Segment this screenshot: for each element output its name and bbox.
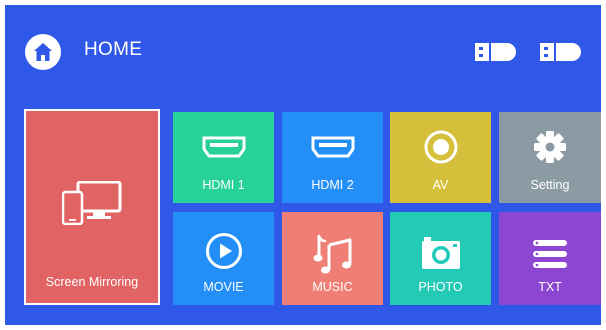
play-icon: [205, 233, 242, 269]
tile-label: TXT: [538, 280, 562, 294]
home-screen: HOME Screen Mirroring HDMI 1 HDMI 2 AV S…: [5, 5, 601, 325]
gear-icon: [534, 131, 566, 163]
camera-icon: [421, 237, 460, 269]
usb-drive-icon[interactable]: [540, 42, 582, 62]
home-icon: [34, 43, 52, 61]
tile-label: PHOTO: [418, 280, 463, 294]
tile-photo[interactable]: PHOTO: [390, 212, 491, 305]
text-lines-icon: [533, 240, 567, 268]
screen-mirroring-icon: [62, 181, 122, 225]
tile-setting[interactable]: Setting: [499, 112, 601, 203]
usb-drive-icon[interactable]: [475, 42, 517, 62]
tile-label: AV: [432, 178, 449, 192]
page-title: HOME: [84, 39, 143, 60]
tile-av[interactable]: AV: [390, 112, 491, 203]
tile-music[interactable]: MUSIC: [282, 212, 383, 305]
tile-label: MOVIE: [203, 280, 244, 294]
tile-label: MUSIC: [312, 280, 353, 294]
tile-hdmi-1[interactable]: HDMI 1: [173, 112, 274, 203]
tile-label: HDMI 1: [202, 178, 245, 192]
tile-label: HDMI 2: [311, 178, 354, 192]
tile-hdmi-2[interactable]: HDMI 2: [282, 112, 383, 203]
tile-label: Screen Mirroring: [45, 275, 139, 289]
home-button[interactable]: [25, 34, 61, 70]
tile-label: Setting: [530, 178, 570, 192]
tile-txt[interactable]: TXT: [499, 212, 601, 305]
tile-movie[interactable]: MOVIE: [173, 212, 274, 305]
tile-screen-mirroring[interactable]: Screen Mirroring: [24, 109, 160, 305]
hdmi-icon: [202, 136, 245, 158]
av-icon: [424, 130, 457, 164]
hdmi-icon: [311, 136, 354, 158]
music-icon: [313, 234, 351, 274]
